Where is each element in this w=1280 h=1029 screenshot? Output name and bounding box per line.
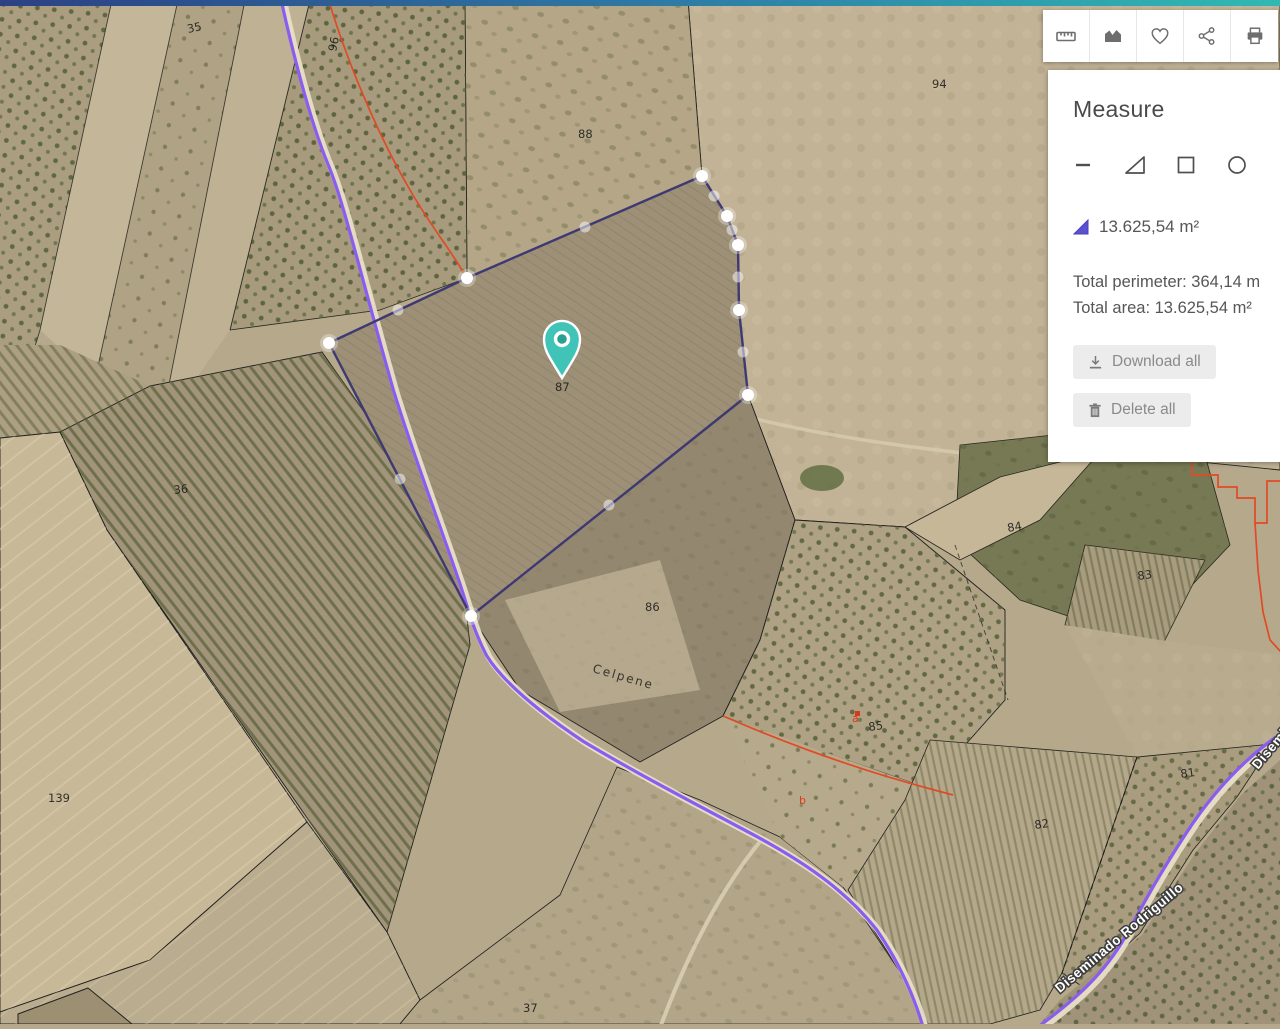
download-all-button[interactable]: Download all	[1073, 345, 1216, 379]
parcel-label: 88	[578, 127, 593, 141]
parcel-label: 94	[932, 77, 947, 91]
parcel-label: 83	[1136, 567, 1152, 583]
parcel-label: 85	[867, 718, 883, 734]
elevation-profile-button[interactable]	[1090, 10, 1137, 62]
polygon-area-icon	[1073, 219, 1089, 235]
download-icon	[1088, 355, 1103, 370]
measure-panel: Measure 13.625,54 m² Tota	[1048, 70, 1280, 462]
parcel-label: 82	[1033, 816, 1049, 832]
subparcel-label: b	[799, 794, 806, 807]
parcel-label: 96	[325, 35, 342, 52]
delete-all-button[interactable]: Delete all	[1073, 393, 1191, 427]
measurement-value: 13.625,54 m²	[1099, 217, 1199, 237]
print-button[interactable]	[1231, 10, 1278, 62]
delete-all-label: Delete all	[1111, 401, 1176, 419]
total-perimeter: Total perimeter: 364,14 m	[1073, 269, 1280, 295]
line-measure-tool[interactable]	[1073, 154, 1095, 176]
panel-title: Measure	[1073, 96, 1280, 123]
polygon-measure-tool[interactable]	[1124, 154, 1146, 176]
parcel-label: 84	[1006, 519, 1023, 535]
circle-tool-icon	[1227, 155, 1247, 175]
measure-tools-row	[1073, 153, 1280, 177]
top-gradient-bar	[0, 0, 1280, 6]
ruler-icon	[1055, 25, 1077, 47]
parcel-label: 37	[523, 1001, 538, 1015]
share-button[interactable]	[1184, 10, 1231, 62]
polygon-tool-icon	[1124, 154, 1146, 176]
rectangle-tool-icon	[1177, 156, 1195, 174]
parcel-label: 81	[1179, 765, 1195, 781]
parcel-label: 86	[645, 600, 660, 614]
map-toolbar	[1043, 10, 1278, 62]
line-tool-icon	[1075, 156, 1093, 174]
elevation-chart-icon	[1102, 25, 1124, 47]
subparcel-label: a	[852, 712, 859, 725]
rectangle-measure-tool[interactable]	[1175, 154, 1197, 176]
parcel-label: 36	[173, 482, 189, 497]
total-area: Total area: 13.625,54 m²	[1073, 295, 1280, 321]
circle-measure-tool[interactable]	[1226, 154, 1248, 176]
measure-tool-button[interactable]	[1043, 10, 1090, 62]
download-all-label: Download all	[1112, 353, 1201, 371]
parcel-label: 139	[48, 791, 70, 805]
share-icon	[1196, 25, 1218, 47]
printer-icon	[1244, 25, 1266, 47]
heart-icon	[1149, 25, 1171, 47]
trash-icon	[1088, 403, 1102, 418]
parcel-label: 87	[555, 380, 570, 394]
measurement-list-item: 13.625,54 m²	[1073, 217, 1280, 237]
favorites-button[interactable]	[1137, 10, 1184, 62]
measure-totals: Total perimeter: 364,14 m Total area: 13…	[1073, 269, 1280, 321]
parcel-label: 35	[186, 19, 203, 36]
